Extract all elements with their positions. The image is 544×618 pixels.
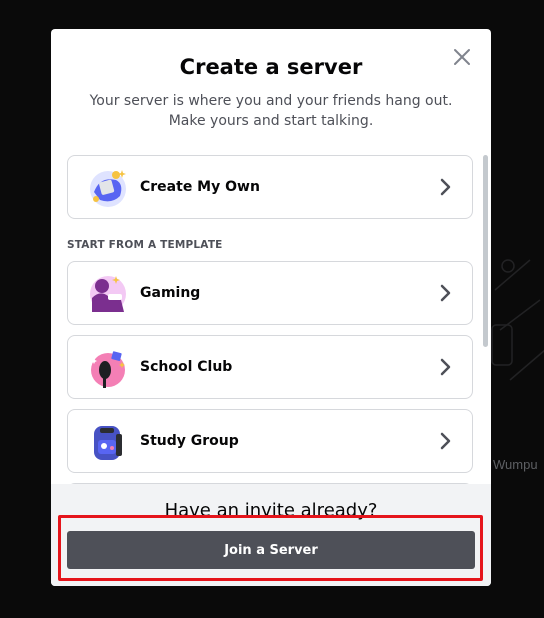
create-server-icon [90, 170, 126, 207]
background-illustration [491, 259, 544, 381]
background-text: Wumpu [493, 457, 538, 472]
template-study-group-label: Study Group [140, 433, 239, 449]
chevron-right-icon [440, 432, 451, 450]
scrollbar-thumb[interactable] [483, 155, 488, 347]
template-section-label: START FROM A TEMPLATE [67, 239, 223, 251]
template-gaming-button[interactable]: Gaming [67, 261, 473, 325]
modal-subtitle: Your server is where you and your friend… [89, 93, 453, 129]
create-server-modal: Create a server Your server is where you… [51, 29, 491, 586]
template-school-club-button[interactable]: School Club [67, 335, 473, 399]
modal-footer: Have an invite already? Join a Server [51, 484, 491, 586]
create-my-own-label: Create My Own [140, 179, 260, 195]
chevron-right-icon [440, 284, 451, 302]
invite-prompt: Have an invite already? [164, 500, 378, 521]
template-school-club-label: School Club [140, 359, 233, 375]
template-study-group-button[interactable]: Study Group [67, 409, 473, 473]
options-list[interactable]: Create My Own START FROM A TEMPLATE Gami… [51, 149, 491, 484]
modal-title: Create a server [179, 55, 363, 79]
template-gaming-label: Gaming [140, 285, 201, 301]
chevron-right-icon [440, 358, 451, 376]
create-my-own-button[interactable]: Create My Own [67, 155, 473, 219]
gaming-icon [90, 276, 126, 312]
study-group-icon [94, 426, 122, 460]
join-server-button[interactable]: Join a Server [67, 531, 475, 569]
chevron-right-icon [440, 178, 451, 196]
school-club-icon [91, 351, 125, 388]
